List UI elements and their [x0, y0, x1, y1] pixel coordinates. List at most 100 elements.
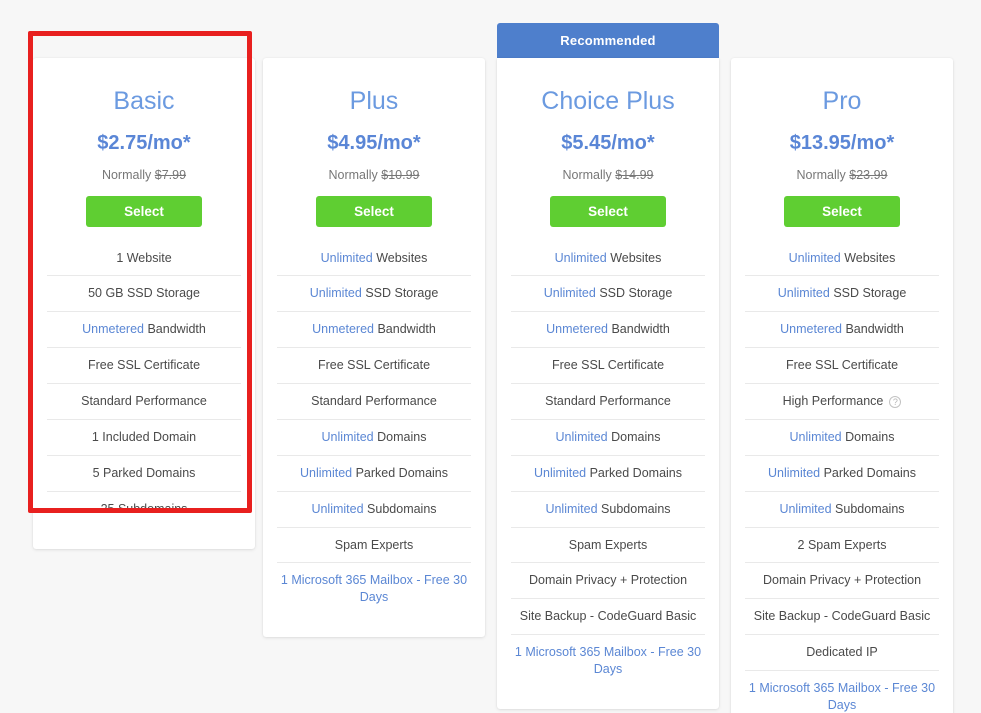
- recommended-banner: Recommended: [497, 23, 719, 58]
- feature-highlight: Unmetered: [780, 322, 842, 337]
- feature-row: 5 Parked Domains: [47, 456, 241, 492]
- feature-row: 1 Included Domain: [47, 420, 241, 456]
- plan-price: $2.75/mo*: [97, 131, 191, 154]
- feature-label: Dedicated IP: [806, 645, 878, 660]
- pricing-card-basic: Basic $2.75/mo* Normally $7.99 Select 1 Webs…: [33, 58, 255, 549]
- feature-label: Spam Experts: [568, 537, 648, 552]
- feature-row[interactable]: 1 Microsoft 365 Mailbox - Free 30 Days: [745, 671, 939, 713]
- feature-row: 2 Spam Experts: [745, 528, 939, 564]
- feature-label: Subdomains: [601, 501, 671, 516]
- feature-row: Unlimited Websites: [745, 241, 939, 277]
- feature-list: Unlimited Websites Unlimited SSD Storage U…: [745, 241, 939, 713]
- normally-label: Normally: [101, 167, 152, 182]
- feature-highlight: Unlimited: [545, 501, 598, 516]
- feature-row: Spam Experts: [511, 528, 705, 564]
- original-price: $14.99: [615, 167, 654, 182]
- feature-label: Free SSL Certificate: [785, 358, 899, 373]
- select-button-choiceplus[interactable]: Select: [550, 195, 666, 227]
- feature-row: Dedicated IP: [745, 635, 939, 671]
- feature-label: Parked Domains: [589, 465, 682, 480]
- feature-row: Unlimited SSD Storage: [511, 276, 705, 313]
- plan-normally-price: Normally $10.99: [277, 154, 471, 182]
- original-price: $10.99: [381, 167, 420, 182]
- feature-label: Domains: [377, 429, 427, 444]
- feature-row: Unlimited Parked Domains: [277, 456, 471, 492]
- feature-row: Unlimited Subdomains: [277, 492, 471, 528]
- feature-row: Unlimited Websites: [511, 241, 705, 277]
- original-price: $23.99: [849, 167, 888, 182]
- feature-label: Bandwidth: [611, 322, 670, 337]
- feature-highlight: Unlimited: [555, 429, 608, 444]
- feature-row: Standard Performance: [47, 384, 241, 420]
- feature-row: Standard Performance: [277, 384, 471, 420]
- feature-label: Free SSL Certificate: [317, 358, 431, 373]
- plan-normally-price: Normally $23.99: [745, 154, 939, 182]
- feature-label: Site Backup - CodeGuard Basic: [753, 609, 931, 624]
- normally-label: Normally: [562, 167, 612, 182]
- feature-row[interactable]: 1 Microsoft 365 Mailbox - Free 30 Days: [511, 635, 705, 687]
- feature-label: SSD Storage: [365, 286, 439, 301]
- pricing-plans-page: Recommended Basic $2.75/mo* Normally $7.99…: [0, 0, 981, 713]
- feature-highlight: Unlimited: [321, 429, 374, 444]
- plan-name: Pro: [822, 87, 862, 115]
- feature-label: SSD Storage: [599, 286, 673, 301]
- feature-row: Free SSL Certificate: [511, 348, 705, 384]
- feature-highlight: Unlimited: [768, 465, 821, 480]
- feature-label: SSD Storage: [833, 286, 907, 301]
- plan-name: Choice Plus: [541, 87, 675, 115]
- feature-row: 25 Subdomains: [47, 492, 241, 527]
- feature-label: 1 Microsoft 365 Mailbox - Free 30 Days: [280, 573, 468, 605]
- feature-highlight: Unmetered: [82, 322, 144, 337]
- pricing-card-plus: Plus $4.95/mo* Normally $10.99 Select Unlimi…: [263, 58, 485, 638]
- feature-row: Unlimited Subdomains: [745, 492, 939, 528]
- feature-highlight: Unlimited: [320, 250, 373, 265]
- select-button-basic[interactable]: Select: [86, 195, 202, 227]
- select-button-plus[interactable]: Select: [316, 195, 432, 227]
- feature-highlight: Unlimited: [543, 286, 596, 301]
- feature-label: 1 Website: [116, 250, 172, 265]
- feature-highlight: Unlimited: [789, 429, 842, 444]
- feature-label: Websites: [376, 250, 428, 265]
- plan-normally-price: Normally $7.99: [47, 154, 241, 182]
- feature-label: Bandwidth: [377, 322, 436, 337]
- feature-row: Unlimited SSD Storage: [745, 276, 939, 313]
- feature-row: Unlimited Domains: [277, 420, 471, 456]
- feature-row: Unlimited Websites: [277, 241, 471, 277]
- feature-label: Standard Performance: [545, 394, 671, 408]
- feature-row: Standard Performance: [511, 384, 705, 420]
- feature-label: 1 Included Domain: [91, 429, 197, 444]
- feature-label: 1 Microsoft 365 Mailbox - Free 30 Days: [748, 681, 936, 712]
- feature-row: Unmetered Bandwidth: [47, 312, 241, 349]
- feature-row: Free SSL Certificate: [47, 348, 241, 384]
- feature-label: Domains: [845, 429, 895, 444]
- feature-row: Spam Experts: [277, 528, 471, 564]
- plan-normally-price: Normally $14.99: [511, 154, 705, 182]
- feature-label: High Performance: [782, 394, 884, 408]
- normally-label: Normally: [796, 167, 846, 182]
- feature-highlight: Unlimited: [777, 286, 830, 301]
- feature-row: 1 Website: [47, 241, 241, 277]
- feature-list: Unlimited Websites Unlimited SSD Storage U…: [277, 241, 471, 616]
- feature-row: Unlimited Parked Domains: [745, 456, 939, 492]
- feature-label: Free SSL Certificate: [87, 358, 201, 373]
- feature-label: Parked Domains: [355, 465, 448, 480]
- feature-row: Site Backup - CodeGuard Basic: [745, 599, 939, 636]
- select-button-pro[interactable]: Select: [784, 195, 900, 227]
- feature-row: Domain Privacy + Protection: [745, 563, 939, 600]
- feature-row: Unmetered Bandwidth: [745, 312, 939, 349]
- feature-row[interactable]: 1 Microsoft 365 Mailbox - Free 30 Days: [277, 563, 471, 615]
- feature-label: Subdomains: [367, 501, 437, 516]
- feature-label: Spam Experts: [334, 537, 414, 552]
- feature-label: Subdomains: [835, 501, 905, 516]
- feature-label: Free SSL Certificate: [551, 358, 665, 373]
- feature-row: High Performance?: [745, 384, 939, 420]
- feature-highlight: Unlimited: [300, 465, 353, 480]
- feature-row: 50 GB SSD Storage: [47, 276, 241, 313]
- feature-highlight: Unlimited: [554, 250, 607, 265]
- original-price: $7.99: [154, 167, 187, 182]
- feature-label: Site Backup - CodeGuard Basic: [519, 609, 697, 624]
- question-mark-icon[interactable]: ?: [889, 395, 902, 408]
- feature-label: Parked Domains: [823, 465, 916, 480]
- plan-price: $13.95/mo*: [789, 131, 895, 154]
- feature-list: Unlimited Websites Unlimited SSD Storage U…: [511, 241, 705, 687]
